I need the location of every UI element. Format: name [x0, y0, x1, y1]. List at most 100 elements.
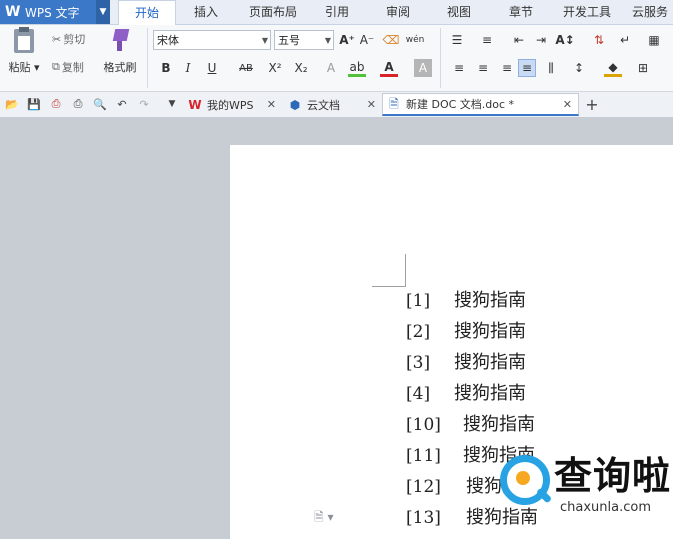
- list-item[interactable]: [3] 搜狗指南: [406, 352, 526, 374]
- watermark-cn: 查询啦: [554, 454, 672, 498]
- underline-icon[interactable]: U: [203, 59, 221, 77]
- open-icon[interactable]: 📂: [4, 96, 20, 112]
- close-icon[interactable]: ✕: [267, 98, 276, 111]
- tab-my-wps[interactable]: W 我的WPS ✕: [184, 93, 282, 116]
- tab-page-layout[interactable]: 页面布局: [240, 0, 306, 24]
- italic-icon[interactable]: I: [179, 59, 197, 77]
- cut-label: 剪切: [63, 33, 86, 46]
- redo-icon[interactable]: ↷: [136, 96, 152, 112]
- list-number: [12]: [406, 477, 441, 497]
- copy-label: 复制: [61, 61, 84, 74]
- paste-label: 粘贴: [8, 61, 31, 74]
- list-text: 搜狗指南: [454, 352, 526, 373]
- borders-icon[interactable]: ⊞: [634, 59, 652, 77]
- list-number: [4]: [406, 384, 431, 404]
- list-number: [1]: [406, 291, 431, 311]
- new-tab-icon[interactable]: +: [584, 95, 600, 114]
- scissors-icon: ✂: [52, 32, 62, 46]
- strikethrough-icon[interactable]: AB: [234, 59, 258, 77]
- paste-button[interactable]: 粘贴 ▾: [8, 27, 40, 75]
- list-number: [13]: [406, 508, 441, 528]
- numbered-list-icon[interactable]: ≡: [478, 31, 496, 49]
- page-options-icon[interactable]: 🗎 ▾: [314, 508, 334, 529]
- font-size-select[interactable]: 五号 ▼: [274, 30, 334, 50]
- cloud-cube-icon: ⬢: [289, 97, 301, 112]
- bold-icon[interactable]: B: [157, 59, 175, 77]
- justify-icon[interactable]: ≡: [518, 59, 536, 77]
- grow-font-icon[interactable]: A⁺: [338, 31, 356, 49]
- decrease-indent-icon[interactable]: ⇤: [510, 31, 528, 49]
- line-spacing-icon[interactable]: ↕: [570, 59, 588, 77]
- align-center-icon[interactable]: ≡: [474, 59, 492, 77]
- fill-color-icon[interactable]: ◆: [604, 59, 622, 77]
- align-right-icon[interactable]: ≡: [498, 59, 516, 77]
- list-text: 搜狗指南: [454, 383, 526, 404]
- sort-icon[interactable]: ⇅: [590, 31, 608, 49]
- close-icon[interactable]: ✕: [367, 98, 376, 111]
- document-tab-bar: 📂 💾 ⎙ ⎙ 🔍 ↶ ↷ ▼ W 我的WPS ✕ ⬢ 云文档 ✕ 🗎 新建 D…: [0, 92, 673, 118]
- tab-chapter[interactable]: 章节: [498, 0, 544, 24]
- list-number: [3]: [406, 353, 431, 373]
- tab-insert[interactable]: 插入: [180, 0, 232, 24]
- tab-cloud-docs[interactable]: ⬢ 云文档 ✕: [284, 93, 382, 116]
- show-marks-icon[interactable]: ↵: [616, 31, 634, 49]
- clipboard-icon: [14, 27, 34, 53]
- tab-home[interactable]: 开始: [118, 0, 176, 26]
- copy-button[interactable]: ⧉ 复制: [52, 59, 84, 75]
- undo-icon[interactable]: ↶: [114, 96, 130, 112]
- tab-current-document-label: 新建 DOC 文档.doc *: [406, 98, 515, 111]
- tab-current-document[interactable]: 🗎 新建 DOC 文档.doc * ✕: [382, 93, 579, 116]
- align-left-icon[interactable]: ≡: [450, 59, 468, 77]
- ribbon-divider: [147, 28, 148, 88]
- menu-bar: W WPS 文字 ▼ 开始 插入 页面布局 引用 审阅 视图 章节 开发工具 云…: [0, 0, 673, 26]
- app-menu-button[interactable]: W WPS 文字 ▼: [0, 0, 110, 24]
- format-painter-label: 格式刷: [103, 61, 137, 74]
- subscript-icon[interactable]: X₂: [292, 59, 310, 77]
- distributed-align-icon[interactable]: ⫼: [542, 59, 560, 77]
- clear-format-icon[interactable]: ⌫: [382, 31, 400, 49]
- brush-icon: [110, 29, 130, 51]
- list-number: [2]: [406, 322, 431, 342]
- highlight-icon[interactable]: ab: [348, 59, 366, 77]
- print-icon[interactable]: ⎙: [70, 96, 86, 112]
- char-shading-icon[interactable]: A: [414, 59, 432, 77]
- tab-cloud-docs-label: 云文档: [307, 98, 340, 112]
- save-icon[interactable]: 💾: [26, 96, 42, 112]
- font-name-value: 宋体: [157, 34, 179, 47]
- list-text: 搜狗指南: [463, 414, 535, 435]
- format-painter-button[interactable]: 格式刷: [102, 29, 138, 75]
- customize-toolbar-icon[interactable]: ▼: [164, 96, 180, 112]
- tab-developer[interactable]: 开发工具: [557, 0, 617, 24]
- font-color-icon[interactable]: A: [380, 59, 398, 77]
- cut-button[interactable]: ✂ 剪切: [52, 31, 85, 47]
- export-pdf-icon[interactable]: ⎙: [48, 96, 64, 112]
- tab-cloud[interactable]: 云服务: [627, 0, 673, 24]
- tab-view[interactable]: 视图: [436, 0, 482, 24]
- bullet-list-icon[interactable]: ☰: [448, 31, 466, 49]
- print-preview-icon[interactable]: 🔍: [92, 96, 108, 112]
- chevron-down-icon: ▼: [261, 36, 268, 45]
- tab-review[interactable]: 审阅: [374, 0, 422, 24]
- app-name: WPS 文字: [25, 5, 80, 20]
- chevron-down-icon[interactable]: ▼: [96, 0, 110, 24]
- increase-indent-icon[interactable]: ⇥: [532, 31, 550, 49]
- font-name-select[interactable]: 宋体 ▼: [153, 30, 271, 50]
- superscript-icon[interactable]: X²: [266, 59, 284, 77]
- close-icon[interactable]: ✕: [563, 98, 572, 111]
- wps-logo-icon: W: [188, 97, 202, 112]
- list-item[interactable]: [2] 搜狗指南: [406, 321, 526, 343]
- shrink-font-icon[interactable]: A⁻: [358, 31, 376, 49]
- text-effect-icon[interactable]: A: [322, 59, 340, 77]
- list-number: [11]: [406, 446, 441, 466]
- char-spacing-icon[interactable]: A↕: [555, 31, 574, 49]
- font-size-value: 五号: [278, 34, 300, 47]
- list-item[interactable]: [4] 搜狗指南: [406, 383, 526, 405]
- chevron-down-icon: ▼: [324, 36, 331, 45]
- tab-my-wps-label: 我的WPS: [207, 98, 254, 112]
- list-item[interactable]: [10] 搜狗指南: [406, 414, 535, 436]
- table-icon[interactable]: ▦: [645, 31, 663, 49]
- list-item[interactable]: [1] 搜狗指南: [406, 290, 526, 312]
- tab-references[interactable]: 引用: [314, 0, 360, 24]
- phonetic-guide-icon[interactable]: wén: [406, 31, 425, 49]
- list-number: [10]: [406, 415, 441, 435]
